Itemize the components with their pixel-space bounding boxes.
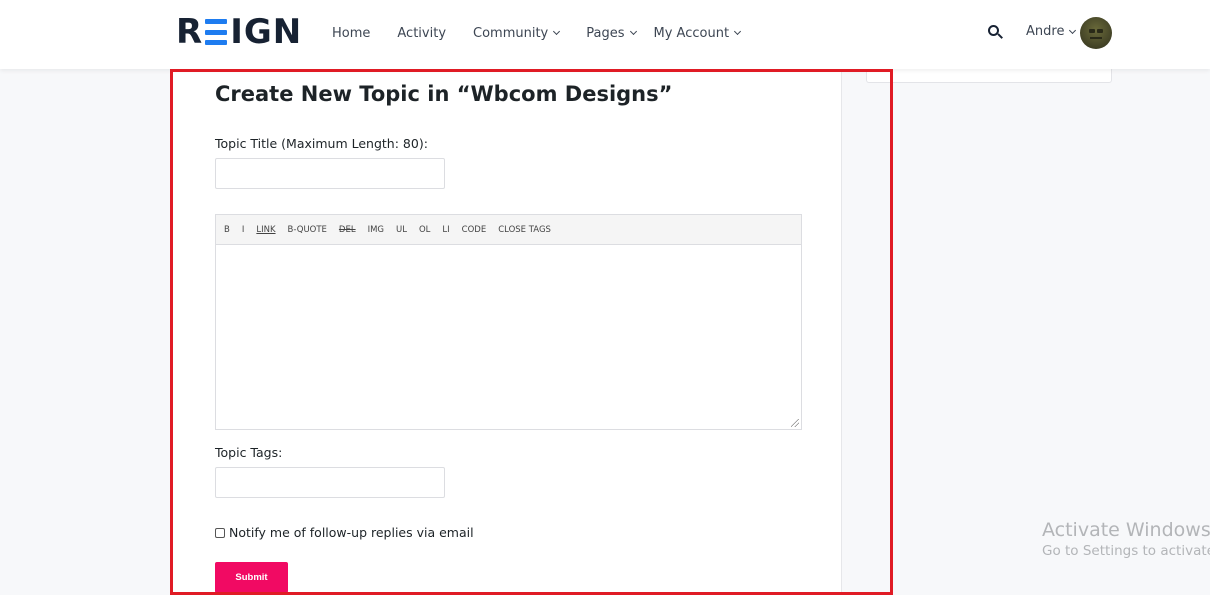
toolbar-blockquote-button[interactable]: B-QUOTE xyxy=(288,225,327,235)
avatar[interactable] xyxy=(1080,17,1112,49)
topic-content-editor: B I LINK B-QUOTE DEL IMG UL OL LI CODE C… xyxy=(215,214,802,430)
activation-watermark: Activate Windows Go to Settings to activ… xyxy=(1042,519,1210,561)
chevron-down-icon xyxy=(734,27,742,36)
toolbar-ul-button[interactable]: UL xyxy=(396,225,407,235)
chevron-down-icon xyxy=(629,27,637,36)
nav-home-label: Home xyxy=(332,25,371,41)
toolbar-bold-button[interactable]: B xyxy=(224,225,230,235)
topic-content-textarea[interactable] xyxy=(216,245,801,429)
logo-text-right: IGN xyxy=(230,12,303,52)
chevron-down-icon xyxy=(1069,26,1077,34)
nav-home[interactable]: Home xyxy=(332,24,370,42)
user-menu[interactable]: Andre xyxy=(1026,24,1077,39)
nav-community[interactable]: Community xyxy=(473,24,561,42)
logo-text-left: R xyxy=(176,12,204,52)
user-name-label: Andre xyxy=(1026,24,1065,39)
nav-community-label: Community xyxy=(473,25,549,41)
toolbar-link-button[interactable]: LINK xyxy=(256,225,275,235)
toolbar-italic-button[interactable]: I xyxy=(242,225,245,235)
submit-button[interactable]: Submit xyxy=(215,562,288,593)
watermark-line-1: Activate Windows xyxy=(1042,519,1210,541)
nav-my-account[interactable]: My Account xyxy=(653,24,742,42)
topic-tags-label: Topic Tags: xyxy=(215,445,283,460)
toolbar-li-button[interactable]: LI xyxy=(442,225,449,235)
chevron-down-icon xyxy=(553,27,561,36)
toolbar-ol-button[interactable]: OL xyxy=(419,225,430,235)
topic-title-input[interactable] xyxy=(215,158,445,189)
sidebar-divider xyxy=(841,69,842,595)
nav-activity[interactable]: Activity xyxy=(397,24,446,42)
watermark-line-2: Go to Settings to activate xyxy=(1042,543,1210,559)
notify-label: Notify me of follow-up replies via email xyxy=(229,525,474,540)
search-icon[interactable] xyxy=(988,25,1003,40)
logo-e-mark-icon xyxy=(205,19,228,45)
resize-handle-icon[interactable] xyxy=(791,419,799,427)
editor-toolbar: B I LINK B-QUOTE DEL IMG UL OL LI CODE C… xyxy=(216,215,801,245)
main-nav: Home Activity Community Pages My Account xyxy=(332,24,767,42)
nav-pages-label: Pages xyxy=(586,25,625,41)
nav-pages[interactable]: Pages xyxy=(586,24,637,42)
toolbar-del-button[interactable]: DEL xyxy=(339,225,356,235)
notify-option[interactable]: Notify me of follow-up replies via email xyxy=(215,525,474,540)
site-header: R IGN Home Activity Community Pages My A… xyxy=(0,0,1210,69)
notify-checkbox[interactable] xyxy=(215,527,225,538)
toolbar-code-button[interactable]: CODE xyxy=(462,225,487,235)
site-logo[interactable]: R IGN xyxy=(176,14,302,50)
nav-activity-label: Activity xyxy=(397,25,447,41)
toolbar-close-tags-button[interactable]: CLOSE TAGS xyxy=(498,225,551,235)
topic-tags-input[interactable] xyxy=(215,467,445,498)
toolbar-img-button[interactable]: IMG xyxy=(368,225,384,235)
nav-my-account-label: My Account xyxy=(653,25,730,41)
topic-title-label: Topic Title (Maximum Length: 80): xyxy=(215,136,428,151)
form-title: Create New Topic in “Wbcom Designs” xyxy=(215,82,673,106)
